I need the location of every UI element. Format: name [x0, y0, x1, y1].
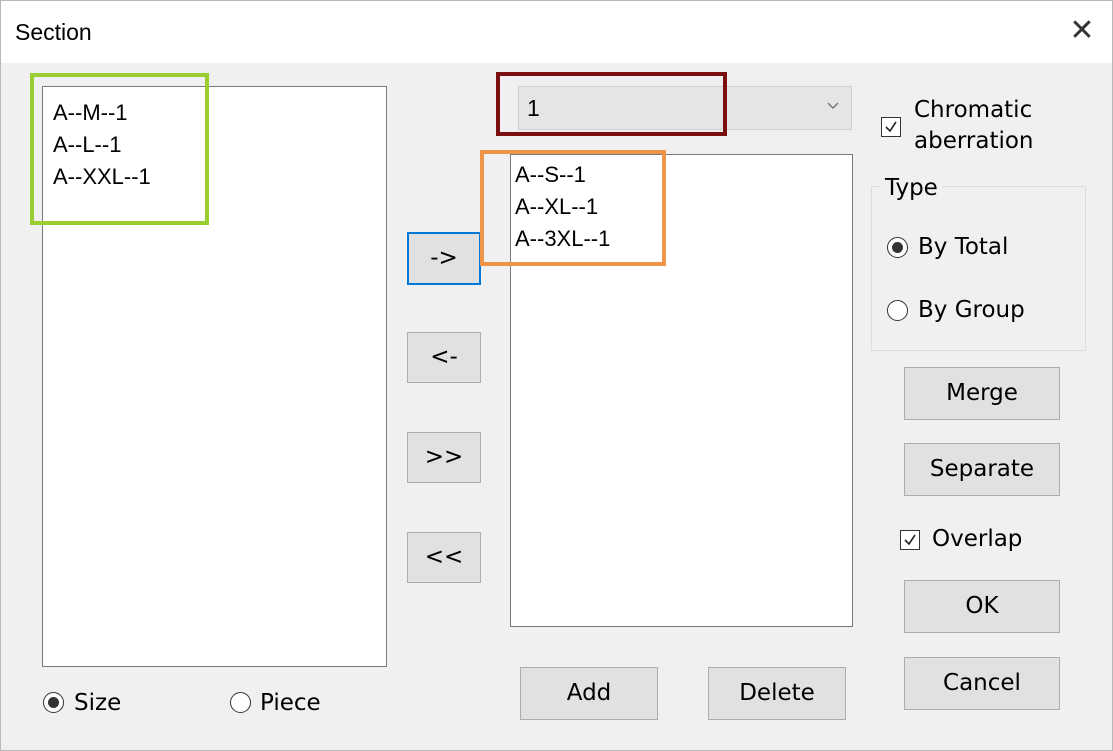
- piece-radio[interactable]: [230, 692, 251, 713]
- checkmark-icon: [885, 121, 897, 133]
- type-group-title: Type: [881, 175, 942, 201]
- list-item[interactable]: A--XXL--1: [43, 161, 386, 193]
- chromatic-checkbox[interactable]: [881, 117, 901, 137]
- list-item[interactable]: A--L--1: [43, 129, 386, 161]
- by-group-radio[interactable]: [887, 300, 908, 321]
- by-group-label[interactable]: By Group: [918, 297, 1025, 323]
- chevron-down-icon: [827, 102, 839, 110]
- list-item[interactable]: A--S--1: [511, 159, 852, 191]
- window-title: Section: [15, 19, 92, 45]
- add-button[interactable]: Add: [520, 667, 658, 720]
- radio-dot: [892, 242, 903, 253]
- type-groupbox: [871, 186, 1086, 351]
- section-dialog: Section ✕ A--M--1 A--L--1 A--XXL--1 -> <…: [0, 0, 1113, 751]
- radio-dot: [48, 697, 59, 708]
- by-total-radio[interactable]: [887, 237, 908, 258]
- overlap-label[interactable]: Overlap: [932, 526, 1022, 552]
- size-radio[interactable]: [43, 692, 64, 713]
- move-all-left-button[interactable]: <<: [407, 532, 481, 583]
- by-total-label[interactable]: By Total: [918, 234, 1008, 260]
- chromatic-label-line2: aberration: [914, 128, 1034, 154]
- move-right-button[interactable]: ->: [407, 232, 481, 285]
- separate-button[interactable]: Separate: [904, 443, 1060, 496]
- group-combo[interactable]: 1: [518, 86, 852, 130]
- selected-list[interactable]: A--S--1 A--XL--1 A--3XL--1: [510, 154, 853, 627]
- chromatic-label-line1: Chromatic: [914, 97, 1033, 123]
- piece-label[interactable]: Piece: [260, 690, 321, 716]
- delete-button[interactable]: Delete: [708, 667, 846, 720]
- ok-button[interactable]: OK: [904, 580, 1060, 633]
- size-label[interactable]: Size: [74, 690, 121, 716]
- move-left-button[interactable]: <-: [407, 332, 481, 383]
- list-item[interactable]: A--3XL--1: [511, 223, 852, 255]
- cancel-button[interactable]: Cancel: [904, 657, 1060, 710]
- title-bar: Section ✕: [1, 1, 1112, 63]
- combo-value: 1: [527, 95, 540, 121]
- checkmark-icon: [904, 534, 916, 546]
- list-item[interactable]: A--M--1: [43, 97, 386, 129]
- merge-button[interactable]: Merge: [904, 367, 1060, 420]
- close-icon[interactable]: ✕: [1062, 11, 1102, 51]
- overlap-checkbox[interactable]: [900, 530, 920, 550]
- list-item[interactable]: A--XL--1: [511, 191, 852, 223]
- move-all-right-button[interactable]: >>: [407, 432, 481, 483]
- available-list[interactable]: A--M--1 A--L--1 A--XXL--1: [42, 86, 387, 667]
